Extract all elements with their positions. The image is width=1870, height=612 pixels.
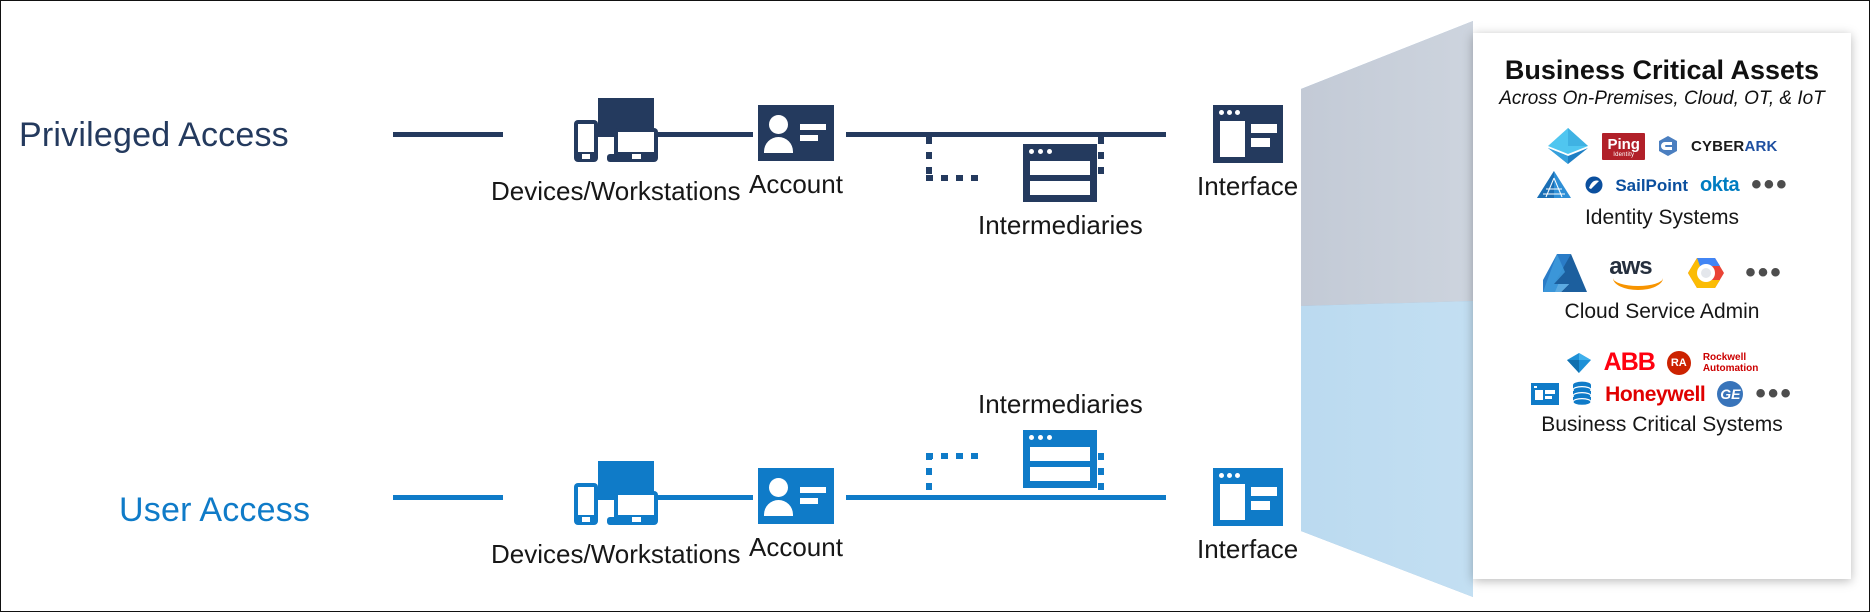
privileged-access-row-label: Privileged Access: [19, 116, 289, 154]
group-caption: Business Critical Systems: [1541, 413, 1783, 436]
line-user-3: [846, 495, 1166, 500]
dash-privileged-left-horizontal: [926, 175, 984, 181]
node-label: Intermediaries: [978, 389, 1143, 419]
user-access-row-label: User Access: [119, 491, 311, 529]
erp-window-logo: [1531, 383, 1560, 405]
node-label: Account: [749, 532, 843, 562]
okta-wordmark: okta: [1700, 174, 1740, 196]
node-user-account[interactable]: Account: [749, 468, 843, 563]
cloud-more-ellipsis[interactable]: •••: [1745, 258, 1783, 288]
bcs-more-ellipsis[interactable]: •••: [1755, 379, 1793, 409]
node-label: Interface: [1197, 171, 1299, 201]
node-privileged-devices[interactable]: Devices/Workstations: [491, 98, 741, 207]
group-caption: Cloud Service Admin: [1564, 300, 1760, 323]
sap-logo: [1566, 352, 1591, 373]
node-label: Devices/Workstations: [491, 176, 741, 206]
funnel-mid-shape: [1301, 21, 1473, 597]
dash-user-left-vertical: [926, 453, 932, 497]
node-user-intermediaries[interactable]: Intermediaries: [978, 389, 1143, 488]
node-label: Intermediaries: [978, 210, 1143, 240]
window-icon: [1023, 430, 1098, 488]
aws-swoosh-icon: [1613, 278, 1664, 290]
window-icon: [1023, 144, 1098, 202]
funnel-bottom-shape: [1301, 301, 1473, 597]
cyberark-mark-icon: [1658, 136, 1677, 156]
active-directory-logo: [1537, 171, 1572, 198]
rockwell-automation-wordmark: Rockwell Automation: [1702, 351, 1759, 374]
aws-wordmark: aws: [1609, 253, 1652, 280]
panel-title: Business Critical Assets: [1504, 55, 1820, 85]
interface-window-icon: [1212, 468, 1283, 526]
azure-logo: [1543, 254, 1588, 292]
group-cloud-service-admin: aws ••• Cloud Service Admin: [1473, 252, 1851, 324]
identity-more-ellipsis[interactable]: •••: [1751, 170, 1789, 200]
azure-ad-logo: [1548, 128, 1589, 164]
aws-logo: aws: [1609, 253, 1667, 290]
diagram-canvas: Privileged Access Devices/Workstations A…: [0, 0, 1870, 612]
interface-window-icon: [1212, 105, 1283, 163]
abb-wordmark: ABB: [1603, 348, 1656, 376]
node-privileged-interface[interactable]: Interface: [1197, 105, 1298, 202]
sailpoint-mark-icon: [1585, 176, 1603, 194]
devices-icon: [573, 461, 658, 531]
cloud-logo-row: aws •••: [1473, 252, 1851, 294]
sailpoint-wordmark: SailPoint: [1615, 175, 1689, 195]
line-privileged-3: [846, 132, 1166, 137]
node-user-devices[interactable]: Devices/Workstations: [491, 461, 741, 570]
ge-logo: GE: [1717, 381, 1744, 407]
funnel-top-shape: [1301, 21, 1473, 306]
node-label: Devices/Workstations: [491, 539, 741, 569]
identity-logo-row-2: SailPoint okta •••: [1473, 170, 1851, 200]
cyberark-wordmark: CYBERARK: [1690, 137, 1778, 155]
line-privileged-1: [393, 132, 503, 137]
account-card-icon: [757, 468, 834, 524]
line-user-1: [393, 495, 503, 500]
identity-logo-row-1: Ping Identity CYBERARK: [1473, 126, 1851, 166]
devices-icon: [573, 98, 658, 168]
bcs-logo-row-2: Honeywell GE •••: [1473, 379, 1851, 409]
node-label: Account: [749, 169, 843, 199]
group-identity-systems: Ping Identity CYBERARK SailPoint okta ••…: [1473, 126, 1851, 230]
bcs-logo-row-1: ABB RA Rockwell Automation: [1473, 350, 1851, 375]
node-user-interface[interactable]: Interface: [1197, 468, 1298, 565]
group-caption: Identity Systems: [1584, 206, 1740, 229]
node-privileged-account[interactable]: Account: [749, 105, 843, 200]
node-privileged-intermediaries[interactable]: Intermediaries: [978, 144, 1143, 241]
account-card-icon: [757, 105, 834, 161]
dash-user-left-horizontal: [926, 453, 984, 459]
panel-subtitle: Across On-Premises, Cloud, OT, & IoT: [1499, 88, 1825, 109]
rockwell-ra-badge-icon: RA: [1666, 350, 1691, 375]
honeywell-wordmark: Honeywell: [1605, 382, 1706, 406]
google-cloud-logo: [1688, 258, 1725, 288]
group-business-critical-systems: ABB RA Rockwell Automation Honeywell GE …: [1473, 350, 1851, 437]
database-logo: [1572, 381, 1592, 407]
node-label: Interface: [1197, 534, 1299, 564]
ping-identity-logo: Ping Identity: [1602, 132, 1645, 160]
business-critical-assets-panel: Business Critical Assets Across On-Premi…: [1473, 33, 1851, 579]
